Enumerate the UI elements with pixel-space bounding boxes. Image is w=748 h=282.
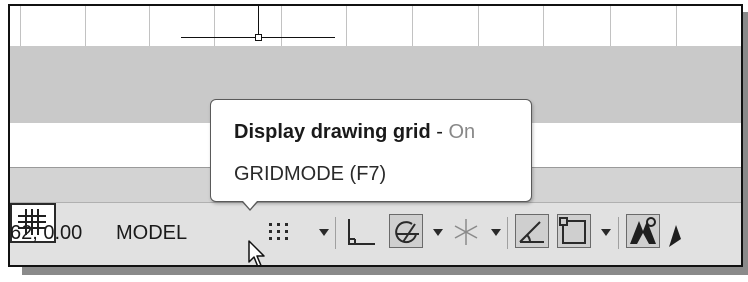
crosshair-pickbox [255, 34, 262, 41]
object-snap-tracking-icon [519, 221, 544, 243]
polar-tracking-icon [395, 221, 419, 244]
grid-line [346, 6, 347, 46]
polar-tracking-button[interactable] [389, 214, 423, 248]
grid-line [478, 6, 479, 46]
window-shadow-right [743, 12, 748, 274]
grid-line [214, 6, 215, 46]
status-bar: 62, 0.00 MODEL [10, 202, 741, 265]
polar-dropdown-icon[interactable] [433, 229, 443, 236]
model-space-button[interactable]: MODEL [116, 221, 187, 245]
annotation-scale-icon[interactable] [668, 219, 682, 251]
object-snap-icon [559, 217, 586, 244]
grid-line [281, 6, 282, 46]
grid-line [149, 6, 150, 46]
object-snap-tracking-button[interactable] [515, 214, 549, 248]
grid-icon [18, 209, 46, 235]
annotation-icon [630, 217, 656, 244]
drawing-area[interactable] [10, 6, 742, 46]
divider [507, 217, 508, 249]
tooltip-title: Display drawing grid [234, 121, 431, 143]
ortho-icon[interactable] [344, 215, 378, 249]
grid-line [741, 6, 742, 46]
snap-dots-icon[interactable] [266, 220, 294, 244]
tooltip-command: GRIDMODE (F7) [234, 163, 387, 185]
annotation-visibility-button[interactable] [626, 214, 660, 248]
grid-line [20, 6, 21, 46]
tooltip: Display drawing grid - On GRIDMODE (F7) [210, 99, 532, 202]
object-snap-dropdown-icon[interactable] [601, 229, 611, 236]
isometric-dropdown-icon[interactable] [491, 229, 501, 236]
grid-line [676, 6, 677, 46]
grid-line [610, 6, 611, 46]
snap-dropdown-icon[interactable] [319, 229, 329, 236]
tooltip-title-line: Display drawing grid - On [234, 121, 475, 144]
tooltip-separator: - [430, 121, 449, 143]
divider [335, 217, 336, 249]
mouse-cursor-icon [248, 240, 265, 265]
divider [618, 217, 619, 249]
object-snap-button[interactable] [557, 214, 591, 248]
grid-line [543, 6, 544, 46]
window-shadow-bottom [22, 267, 748, 275]
tooltip-state: On [448, 121, 476, 143]
grid-line [412, 6, 413, 46]
isometric-icon[interactable] [451, 216, 481, 248]
crosshair-vertical [258, 6, 259, 37]
grid-line [85, 6, 86, 46]
tooltip-pointer-fill [243, 201, 257, 209]
application-window: 62, 0.00 MODEL Display drawing grid - On… [8, 4, 743, 267]
